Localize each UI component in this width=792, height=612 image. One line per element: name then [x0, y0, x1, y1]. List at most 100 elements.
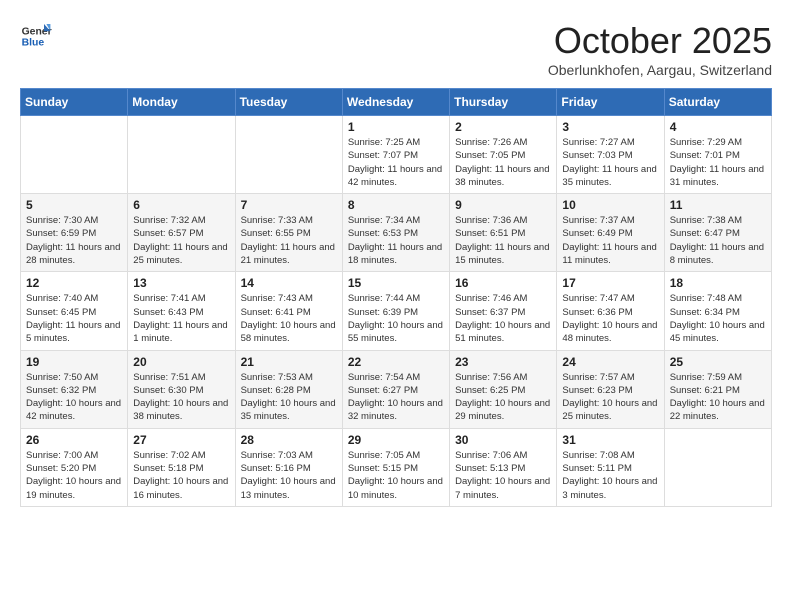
day-info: Sunrise: 7:50 AM Sunset: 6:32 PM Dayligh… — [26, 371, 122, 424]
weekday-header-tuesday: Tuesday — [235, 89, 342, 116]
day-info: Sunrise: 7:27 AM Sunset: 7:03 PM Dayligh… — [562, 136, 658, 189]
weekday-header-thursday: Thursday — [450, 89, 557, 116]
day-number: 27 — [133, 433, 229, 447]
calendar-cell: 28 Sunrise: 7:03 AM Sunset: 5:16 PM Dayli… — [235, 428, 342, 506]
calendar-week-row: 1 Sunrise: 7:25 AM Sunset: 7:07 PM Daylig… — [21, 116, 772, 194]
calendar-cell — [21, 116, 128, 194]
day-number: 6 — [133, 198, 229, 212]
calendar-cell: 19Sunrise: 7:50 AM Sunset: 6:32 PM Dayli… — [21, 350, 128, 428]
day-info: Sunrise: 7:06 AM Sunset: 5:13 PM Dayligh… — [455, 449, 551, 502]
calendar-cell: 27 Sunrise: 7:02 AM Sunset: 5:18 PM Dayli… — [128, 428, 235, 506]
calendar-table: SundayMondayTuesdayWednesdayThursdayFrid… — [20, 88, 772, 507]
day-info: Sunrise: 7:26 AM Sunset: 7:05 PM Dayligh… — [455, 136, 551, 189]
weekday-header-monday: Monday — [128, 89, 235, 116]
day-info: Sunrise: 7:43 AM Sunset: 6:41 PM Dayligh… — [241, 292, 337, 345]
calendar-cell: 7Sunrise: 7:33 AM Sunset: 6:55 PM Daylig… — [235, 194, 342, 272]
day-number: 9 — [455, 198, 551, 212]
day-info: Sunrise: 7:00 AM Sunset: 5:20 PM Dayligh… — [26, 449, 122, 502]
calendar-cell: 31 Sunrise: 7:08 AM Sunset: 5:11 PM Dayli… — [557, 428, 664, 506]
day-number: 12 — [26, 276, 122, 290]
logo: General Blue — [20, 20, 52, 52]
day-info: Sunrise: 7:03 AM Sunset: 5:16 PM Dayligh… — [241, 449, 337, 502]
calendar-week-row: 12 Sunrise: 7:40 AM Sunset: 6:45 PM Dayli… — [21, 272, 772, 350]
day-info: Sunrise: 7:56 AM Sunset: 6:25 PM Dayligh… — [455, 371, 551, 424]
day-number: 30 — [455, 433, 551, 447]
day-number: 14 — [241, 276, 337, 290]
calendar-cell: 20 Sunrise: 7:51 AM Sunset: 6:30 PM Dayli… — [128, 350, 235, 428]
day-info: Sunrise: 7:47 AM Sunset: 6:36 PM Dayligh… — [562, 292, 658, 345]
page-header: General Blue October 2025 Oberlunkhofen,… — [20, 20, 772, 78]
day-number: 22 — [348, 355, 444, 369]
title-block: October 2025 Oberlunkhofen, Aargau, Swit… — [548, 20, 772, 78]
day-number: 1 — [348, 120, 444, 134]
day-number: 15 — [348, 276, 444, 290]
day-number: 25 — [670, 355, 766, 369]
svg-text:Blue: Blue — [22, 38, 45, 49]
day-number: 28 — [241, 433, 337, 447]
calendar-cell: 10 Sunrise: 7:37 AM Sunset: 6:49 PM Dayli… — [557, 194, 664, 272]
day-info: Sunrise: 7:53 AM Sunset: 6:28 PM Dayligh… — [241, 371, 337, 424]
weekday-header-sunday: Sunday — [21, 89, 128, 116]
day-info: Sunrise: 7:02 AM Sunset: 5:18 PM Dayligh… — [133, 449, 229, 502]
day-info: Sunrise: 7:37 AM Sunset: 6:49 PM Dayligh… — [562, 214, 658, 267]
calendar-cell: 11Sunrise: 7:38 AM Sunset: 6:47 PM Dayli… — [664, 194, 771, 272]
calendar-cell: 5Sunrise: 7:30 AM Sunset: 6:59 PM Daylig… — [21, 194, 128, 272]
day-info: Sunrise: 7:41 AM Sunset: 6:43 PM Dayligh… — [133, 292, 229, 345]
day-info: Sunrise: 7:29 AM Sunset: 7:01 PM Dayligh… — [670, 136, 766, 189]
day-number: 10 — [562, 198, 658, 212]
calendar-cell: 26 Sunrise: 7:00 AM Sunset: 5:20 PM Dayli… — [21, 428, 128, 506]
calendar-cell: 30 Sunrise: 7:06 AM Sunset: 5:13 PM Dayli… — [450, 428, 557, 506]
calendar-cell: 22 Sunrise: 7:54 AM Sunset: 6:27 PM Dayli… — [342, 350, 449, 428]
day-number: 23 — [455, 355, 551, 369]
day-info: Sunrise: 7:38 AM Sunset: 6:47 PM Dayligh… — [670, 214, 766, 267]
weekday-header-saturday: Saturday — [664, 89, 771, 116]
location-subtitle: Oberlunkhofen, Aargau, Switzerland — [548, 62, 772, 78]
calendar-week-row: 5Sunrise: 7:30 AM Sunset: 6:59 PM Daylig… — [21, 194, 772, 272]
day-info: Sunrise: 7:05 AM Sunset: 5:15 PM Dayligh… — [348, 449, 444, 502]
day-info: Sunrise: 7:25 AM Sunset: 7:07 PM Dayligh… — [348, 136, 444, 189]
day-number: 29 — [348, 433, 444, 447]
day-number: 8 — [348, 198, 444, 212]
calendar-cell: 15Sunrise: 7:44 AM Sunset: 6:39 PM Dayli… — [342, 272, 449, 350]
day-number: 31 — [562, 433, 658, 447]
calendar-cell: 12 Sunrise: 7:40 AM Sunset: 6:45 PM Dayli… — [21, 272, 128, 350]
day-number: 26 — [26, 433, 122, 447]
calendar-cell: 21Sunrise: 7:53 AM Sunset: 6:28 PM Dayli… — [235, 350, 342, 428]
calendar-week-row: 19Sunrise: 7:50 AM Sunset: 6:32 PM Dayli… — [21, 350, 772, 428]
calendar-cell: 2 Sunrise: 7:26 AM Sunset: 7:05 PM Daylig… — [450, 116, 557, 194]
day-info: Sunrise: 7:08 AM Sunset: 5:11 PM Dayligh… — [562, 449, 658, 502]
calendar-week-row: 26 Sunrise: 7:00 AM Sunset: 5:20 PM Dayli… — [21, 428, 772, 506]
day-info: Sunrise: 7:59 AM Sunset: 6:21 PM Dayligh… — [670, 371, 766, 424]
day-info: Sunrise: 7:34 AM Sunset: 6:53 PM Dayligh… — [348, 214, 444, 267]
day-info: Sunrise: 7:40 AM Sunset: 6:45 PM Dayligh… — [26, 292, 122, 345]
day-number: 13 — [133, 276, 229, 290]
month-title: October 2025 — [548, 20, 772, 62]
calendar-cell: 1 Sunrise: 7:25 AM Sunset: 7:07 PM Daylig… — [342, 116, 449, 194]
day-info: Sunrise: 7:30 AM Sunset: 6:59 PM Dayligh… — [26, 214, 122, 267]
day-number: 17 — [562, 276, 658, 290]
calendar-cell: 18Sunrise: 7:48 AM Sunset: 6:34 PM Dayli… — [664, 272, 771, 350]
calendar-cell: 3Sunrise: 7:27 AM Sunset: 7:03 PM Daylig… — [557, 116, 664, 194]
calendar-cell — [664, 428, 771, 506]
day-number: 20 — [133, 355, 229, 369]
calendar-cell: 9 Sunrise: 7:36 AM Sunset: 6:51 PM Daylig… — [450, 194, 557, 272]
day-info: Sunrise: 7:54 AM Sunset: 6:27 PM Dayligh… — [348, 371, 444, 424]
calendar-cell: 14 Sunrise: 7:43 AM Sunset: 6:41 PM Dayli… — [235, 272, 342, 350]
calendar-cell: 13 Sunrise: 7:41 AM Sunset: 6:43 PM Dayli… — [128, 272, 235, 350]
calendar-cell: 29 Sunrise: 7:05 AM Sunset: 5:15 PM Dayli… — [342, 428, 449, 506]
day-number: 24 — [562, 355, 658, 369]
calendar-header-row: SundayMondayTuesdayWednesdayThursdayFrid… — [21, 89, 772, 116]
day-number: 16 — [455, 276, 551, 290]
day-info: Sunrise: 7:57 AM Sunset: 6:23 PM Dayligh… — [562, 371, 658, 424]
day-number: 2 — [455, 120, 551, 134]
day-info: Sunrise: 7:32 AM Sunset: 6:57 PM Dayligh… — [133, 214, 229, 267]
calendar-cell: 25 Sunrise: 7:59 AM Sunset: 6:21 PM Dayli… — [664, 350, 771, 428]
calendar-cell: 8 Sunrise: 7:34 AM Sunset: 6:53 PM Daylig… — [342, 194, 449, 272]
logo-icon: General Blue — [20, 20, 52, 52]
day-info: Sunrise: 7:48 AM Sunset: 6:34 PM Dayligh… — [670, 292, 766, 345]
calendar-cell: 17 Sunrise: 7:47 AM Sunset: 6:36 PM Dayli… — [557, 272, 664, 350]
day-info: Sunrise: 7:36 AM Sunset: 6:51 PM Dayligh… — [455, 214, 551, 267]
day-info: Sunrise: 7:51 AM Sunset: 6:30 PM Dayligh… — [133, 371, 229, 424]
weekday-header-wednesday: Wednesday — [342, 89, 449, 116]
day-number: 4 — [670, 120, 766, 134]
